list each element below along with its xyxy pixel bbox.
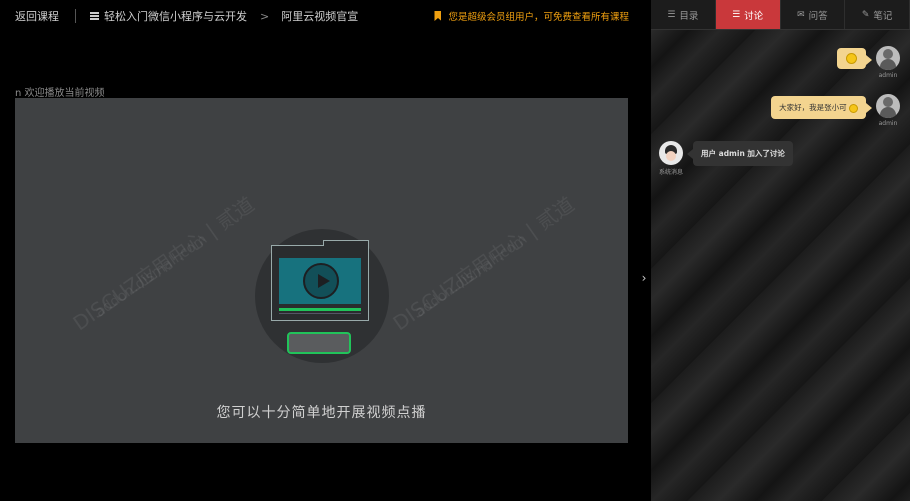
system-message: 系统消息 用户 admin 加入了讨论 xyxy=(659,141,793,176)
chevron-right-icon[interactable]: › xyxy=(638,271,650,287)
play-icon[interactable] xyxy=(303,263,339,299)
tab-qa[interactable]: ✉ 问答 xyxy=(781,0,846,29)
list-icon: ☰ xyxy=(667,9,676,20)
watermark-sub-text: addon.dismall.com xyxy=(412,231,531,321)
tab-label: 问答 xyxy=(808,10,828,22)
author-name: 系统消息 xyxy=(659,169,684,176)
placeholder-button-shape xyxy=(287,332,351,354)
menu-icon xyxy=(90,12,99,20)
bookmark-icon xyxy=(434,11,442,21)
progress-track xyxy=(279,313,361,314)
message-text: 大家好，我是张小可 xyxy=(779,103,847,112)
message-author: admin xyxy=(876,94,900,127)
message-bubble: 大家好，我是张小可 xyxy=(771,96,872,119)
message-bubble: 用户 admin 加入了讨论 xyxy=(687,141,793,166)
course-title-link[interactable]: 轻松入门微信小程序与云开发 xyxy=(104,8,247,24)
breadcrumb-separator: > xyxy=(260,9,270,23)
sidebar-tabs: ☰ 目录 ☰ 讨论 ✉ 问答 ✎ 笔记 xyxy=(651,0,910,30)
tab-label: 笔记 xyxy=(873,10,893,22)
membership-notice-text: 您是超级会员组用户，可免费查看所有课程 xyxy=(448,12,629,23)
tab-label: 目录 xyxy=(679,10,699,22)
tab-discussion[interactable]: ☰ 讨论 xyxy=(715,0,781,29)
watermark-sub: addon.dismall.com xyxy=(412,231,530,320)
smile-emoji-icon xyxy=(849,103,858,113)
message-bubble xyxy=(837,48,872,69)
video-player[interactable]: DISCUZ应用中心 | 贰道 addon.dismall.com DISCUZ… xyxy=(15,98,628,443)
message-author: admin xyxy=(876,46,900,79)
progress-bar xyxy=(279,308,361,311)
welcome-text: n 欢迎播放当前视频 xyxy=(15,88,105,99)
message-author: 系统消息 xyxy=(659,141,683,176)
back-to-course-link[interactable]: 返回课程 xyxy=(15,8,59,24)
window-tab xyxy=(323,240,369,246)
tab-notes[interactable]: ✎ 笔记 xyxy=(845,0,910,29)
right-sidebar: ☰ 目录 ☰ 讨论 ✉ 问答 ✎ 笔记 admin 大家好，我是张小可 admi… xyxy=(651,0,910,501)
divider xyxy=(75,9,76,23)
video-screen xyxy=(279,258,361,304)
smile-emoji-icon xyxy=(846,53,857,64)
pencil-icon: ✎ xyxy=(861,9,870,20)
list-icon: ☰ xyxy=(732,9,741,20)
membership-notice: 您是超级会员组用户，可免费查看所有课程 xyxy=(434,9,629,23)
player-caption: 您可以十分简单地开展视频点播 xyxy=(216,405,427,421)
chat-icon: ✉ xyxy=(797,9,805,20)
system-avatar xyxy=(659,141,683,165)
message-text: 用户 admin 加入了讨论 xyxy=(701,149,785,158)
chat-message: admin xyxy=(837,46,900,79)
top-bar: 返回课程 轻松入门微信小程序与云开发 > 阿里云视频官宣 您是超级会员组用户，可… xyxy=(0,0,651,32)
watermark-sub-text: addon.dismall.com xyxy=(92,231,211,321)
author-name: admin xyxy=(878,72,898,79)
video-window-illustration xyxy=(271,240,369,321)
avatar[interactable] xyxy=(876,46,900,70)
chat-message: 大家好，我是张小可 admin xyxy=(771,94,900,127)
avatar[interactable] xyxy=(876,94,900,118)
author-name: admin xyxy=(878,120,898,127)
watermark-sub: addon.dismall.com xyxy=(92,231,210,320)
tab-label: 讨论 xyxy=(744,10,764,22)
tab-catalog[interactable]: ☰ 目录 xyxy=(651,0,716,29)
lesson-title: 阿里云视频官宣 xyxy=(281,10,359,23)
